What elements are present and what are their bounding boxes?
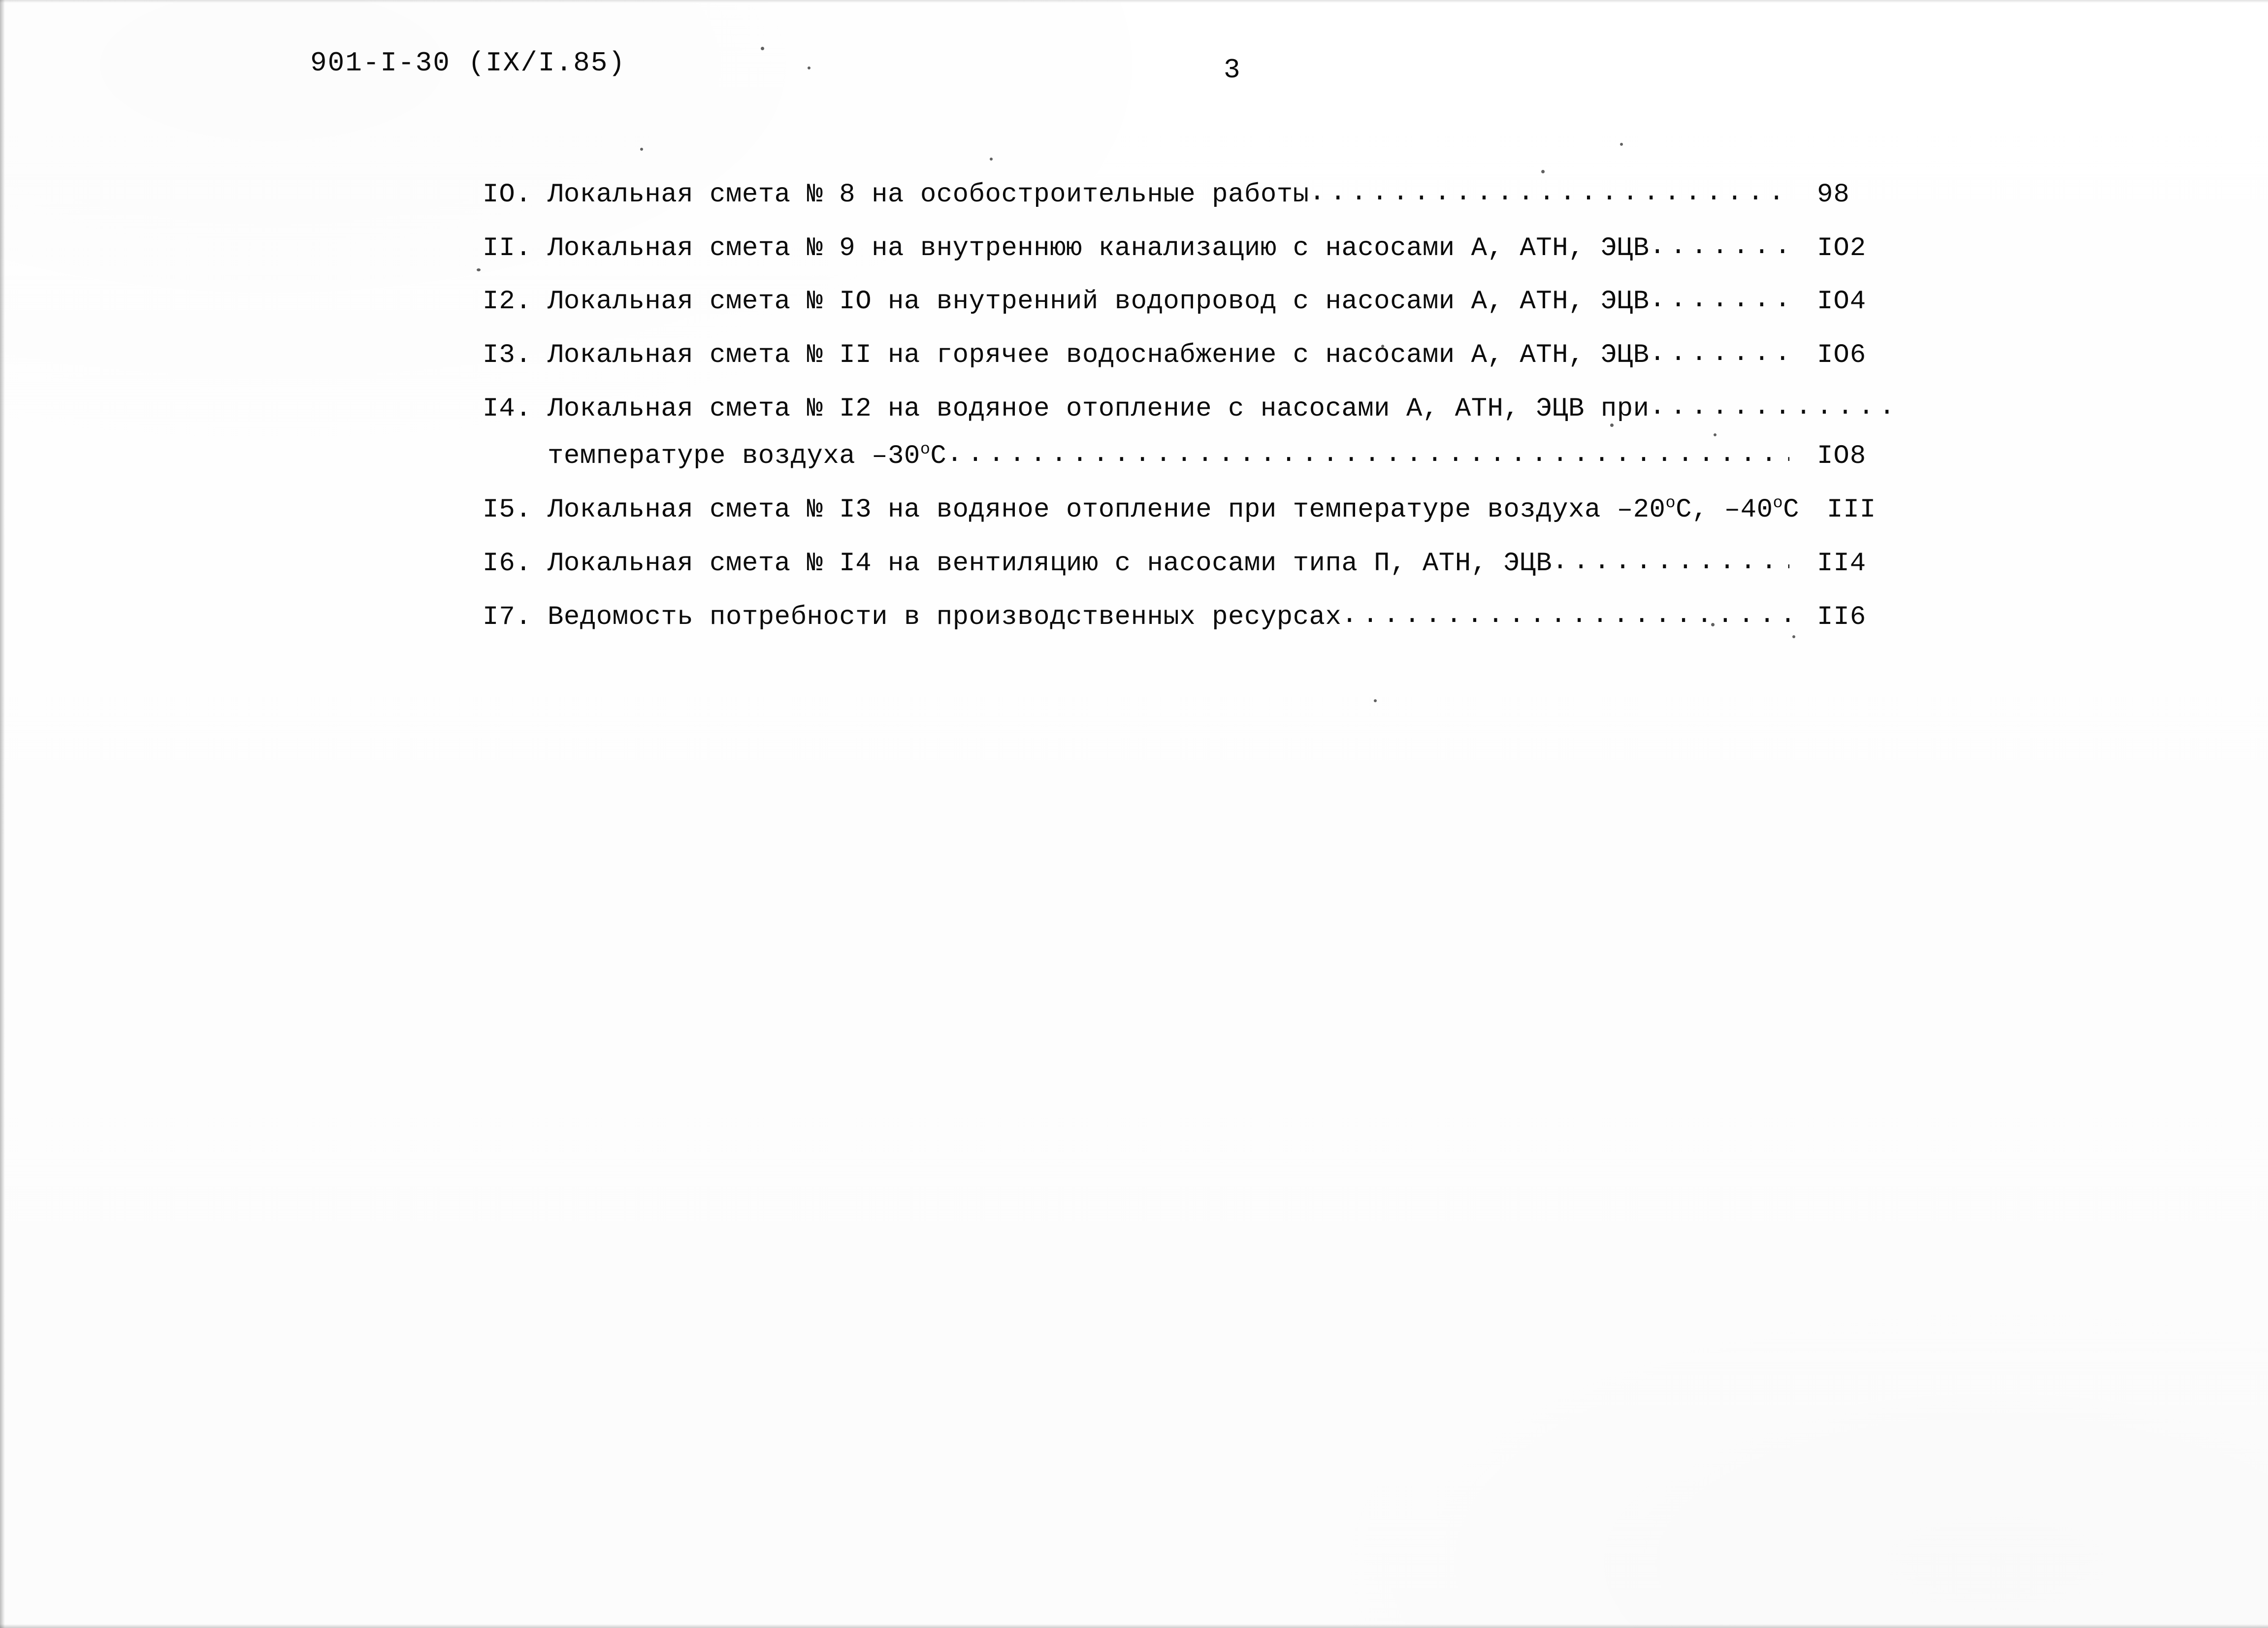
toc-entry[interactable]: I3. Локальная смета № II на горячее водо… xyxy=(483,340,1891,371)
toc-entry-number: II. xyxy=(483,233,532,263)
toc-entry-page: II6 xyxy=(1817,602,1867,632)
toc-entry[interactable]: I4. Локальная смета № I2 на водяное отоп… xyxy=(483,395,1891,471)
toc-entry[interactable]: II. Локальная смета № 9 на внутреннюю ка… xyxy=(483,233,1891,263)
toc-entry-number: IO. xyxy=(483,180,532,210)
toc-entry-page: IO4 xyxy=(1817,287,1867,317)
document-code: 901-I-30 (IX/I.85) xyxy=(310,47,626,79)
title-text: Локальная смета № I3 на водяное отоплени… xyxy=(548,495,1666,525)
scan-edge-bottom xyxy=(0,1624,2268,1628)
toc-entry-title: Локальная смета № I4 на вентиляцию с нас… xyxy=(548,548,1553,579)
toc-entry-title: Локальная смета № II на горячее водоснаб… xyxy=(548,340,1650,371)
page-number: 3 xyxy=(1224,54,1240,86)
scan-speck xyxy=(1541,170,1545,173)
toc-entry-title: Локальная смета № I2 на водяное отоплени… xyxy=(548,393,1650,424)
toc-entry-number: I5. xyxy=(483,495,532,525)
toc-entry-page: IO2 xyxy=(1817,233,1867,263)
dot-leader xyxy=(946,444,1789,471)
toc-entry-number: I6. xyxy=(483,548,532,579)
toc-entry-title: Локальная смета № 9 на внутреннюю канали… xyxy=(548,233,1650,263)
toc-entry[interactable]: I2. Локальная смета № IO на внутренний в… xyxy=(483,288,1891,316)
toc-entry-title: Ведомость потребности в производственных… xyxy=(548,602,1342,632)
scan-speck xyxy=(808,66,810,69)
dot-leader xyxy=(1650,236,1789,262)
line-filler xyxy=(1650,396,1891,423)
toc-entry-number: I7. xyxy=(483,602,532,632)
toc-entry-title: Локальная смета № I3 на водяное отоплени… xyxy=(548,494,1799,525)
toc-entry-number: I4. xyxy=(483,393,532,424)
toc-entry-number: I2. xyxy=(483,287,532,317)
scan-speck xyxy=(477,268,481,271)
dot-leader xyxy=(1341,605,1789,631)
temperature-text: температуре воздуха –30 xyxy=(548,441,920,472)
toc-entry[interactable]: IO. Локальная смета № 8 на особостроител… xyxy=(483,181,1891,209)
scan-speck xyxy=(990,158,993,161)
toc-entry-title-continuation: температуре воздуха –30оС xyxy=(548,440,947,472)
title-text-middle: С, –40 xyxy=(1676,495,1773,525)
title-text-end: С xyxy=(1783,495,1799,525)
scan-edge-left xyxy=(0,0,5,1628)
scan-speck xyxy=(640,148,643,151)
toc-entry-page: II4 xyxy=(1817,548,1867,579)
toc-entry-number: I3. xyxy=(483,340,532,371)
toc-entry-title: Локальная смета № 8 на особостроительные… xyxy=(548,180,1309,210)
dot-leader xyxy=(1552,552,1789,578)
table-of-contents: IO. Локальная смета № 8 на особостроител… xyxy=(483,181,1891,657)
dot-leader xyxy=(1650,290,1789,316)
dot-leader xyxy=(1650,343,1789,370)
toc-entry[interactable]: I7. Ведомость потребности в производстве… xyxy=(483,602,1891,632)
toc-entry-page: IO8 xyxy=(1817,441,1867,472)
scan-speck xyxy=(761,47,764,50)
dot-leader xyxy=(1309,183,1789,209)
toc-entry-page: IO6 xyxy=(1817,340,1867,371)
degree-superscript: о xyxy=(920,440,931,459)
degree-superscript: о xyxy=(1773,494,1783,513)
scan-speck xyxy=(1620,143,1623,146)
toc-entry-title: Локальная смета № IO на внутренний водоп… xyxy=(548,287,1650,317)
toc-entry-page: 98 xyxy=(1817,180,1850,210)
toc-entry-page: III xyxy=(1827,495,1877,525)
scan-edge-top xyxy=(0,0,2268,3)
temperature-unit: С xyxy=(930,441,947,472)
degree-superscript: о xyxy=(1665,494,1676,513)
scanned-document-page: 901-I-30 (IX/I.85) 3 IO. Локальная смета… xyxy=(0,0,2268,1628)
toc-entry[interactable]: I5. Локальная смета № I3 на водяное отоп… xyxy=(483,494,1891,525)
toc-entry[interactable]: I6. Локальная смета № I4 на вентиляцию с… xyxy=(483,550,1891,578)
scan-speck xyxy=(1374,699,1377,702)
